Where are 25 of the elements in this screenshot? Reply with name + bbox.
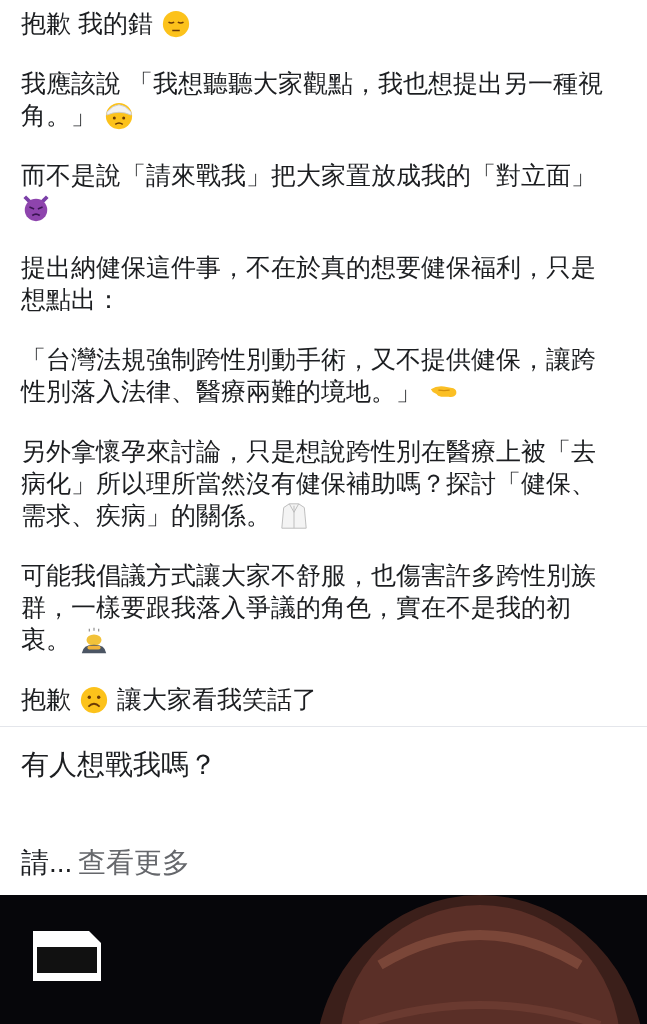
comment-text: 性別落入法律、醫療兩難的境地。」 (21, 377, 421, 407)
comment-text: 提出納健保這件事，不在於真的想要健保福利，只是 (21, 253, 596, 283)
comment-text: 抱歉 我的錯 (21, 9, 153, 39)
devil-face-icon (21, 193, 51, 223)
comment-text: 我應該說 「我想聽聽大家觀點，我也想提出另一種視 (21, 69, 603, 99)
post-excerpt: 請... (21, 846, 73, 880)
comment-text: 讓大家看我笑話了 (117, 685, 317, 715)
comment-text: 想點出： (21, 285, 121, 315)
frowning-face-icon (79, 685, 109, 715)
comment-text: 抱歉 (21, 685, 71, 715)
bowing-person-icon (79, 625, 109, 655)
see-more-link[interactable]: 查看更多 (78, 843, 191, 883)
bandaged-face-icon (104, 101, 134, 131)
comment-text: 群，一樣要跟我落入爭議的角色，實在不是我的初 (21, 593, 571, 623)
comment-text: 而不是說「請來戰我」把大家置放成我的「對立面」 (21, 161, 596, 191)
coat-icon (279, 501, 309, 531)
comment-text: 「台灣法規強制跨性別動手術，又不提供健保，讓跨 (21, 345, 596, 375)
sad-face-icon (160, 9, 191, 39)
comment-text: 另外拿懷孕來討論，只是想說跨性別在醫療上被「去 (21, 437, 596, 467)
post-title: 有人想戰我嗎？ (21, 748, 218, 782)
comment-text: 病化」所以理所當然沒有健保補助嗎？探討「健保、 (21, 469, 596, 499)
comment-text: 角。」 (21, 101, 96, 131)
comment-text: 可能我倡議方式讓大家不舒服，也傷害許多跨性別族 (21, 561, 596, 591)
comment-text: 需求、疾病」的關係。 (21, 501, 271, 531)
comment-text: 衷。 (21, 625, 71, 655)
